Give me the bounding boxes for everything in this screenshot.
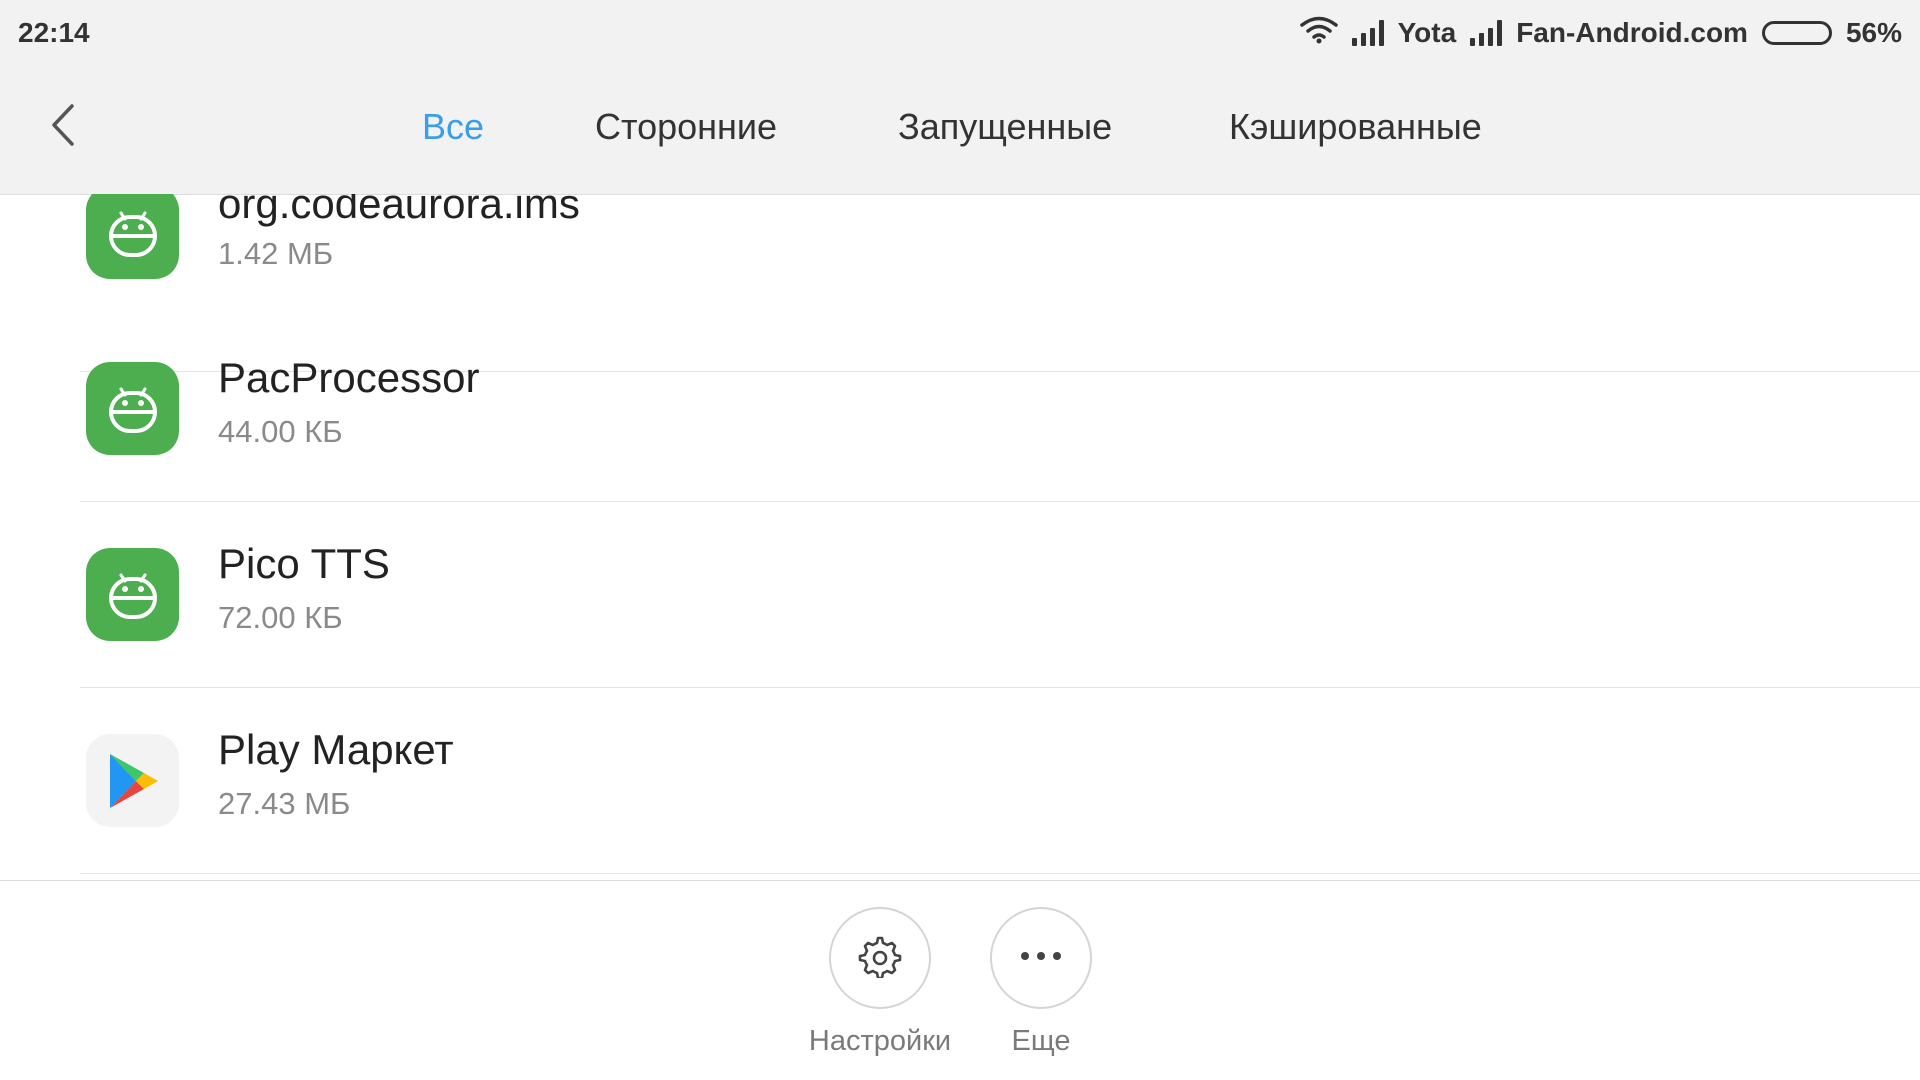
app-size: 72.00 КБ (218, 600, 343, 635)
app-size: 27.43 МБ (218, 786, 351, 821)
app-name: PacProcessor (218, 354, 480, 401)
list-item[interactable]: Play Маркет 27.43 МБ (80, 688, 1920, 874)
status-time: 22:14 (18, 17, 90, 48)
settings-button[interactable]: Настройки (805, 907, 955, 1058)
more-button[interactable]: Еще (966, 907, 1116, 1058)
wifi-icon (1299, 16, 1338, 51)
play-store-icon (86, 734, 179, 827)
settings-label: Настройки (808, 1025, 952, 1057)
bottom-action-bar: Настройки Еще (0, 880, 1920, 1080)
android-icon (86, 194, 179, 279)
signal-icon (1351, 20, 1384, 46)
list-item[interactable]: PacProcessor 44.00 КБ (80, 316, 1920, 502)
settings-button-circle (829, 907, 931, 1009)
android-icon (86, 362, 179, 455)
tab-bar: Все Сторонние Запущенные Кэшированные (0, 66, 1920, 194)
tab-running[interactable]: Запущенные (898, 106, 1112, 148)
app-name: Pico TTS (218, 540, 390, 587)
app-size: 1.42 МБ (218, 236, 334, 271)
header: 22:14 Yota Fan-Android.com 56% Все Сторо… (0, 0, 1920, 195)
carrier-name-2: Fan-Android.com (1516, 17, 1748, 48)
more-icon (1019, 949, 1063, 967)
signal-icon (1470, 20, 1503, 46)
app-list: org.codeaurora.ims 1.42 МБ PacProcessor … (0, 194, 1920, 880)
tabs: Все Сторонние Запущенные Кэшированные (0, 66, 1920, 194)
app-name: org.codeaurora.ims (218, 194, 580, 227)
android-icon (86, 548, 179, 641)
status-indicators: Yota Fan-Android.com 56% (1299, 16, 1902, 51)
battery-icon (1761, 21, 1832, 45)
gear-icon (858, 934, 902, 983)
app-size: 44.00 КБ (218, 414, 343, 449)
list-item[interactable]: Pico TTS 72.00 КБ (80, 502, 1920, 688)
app-manager-screen: 22:14 Yota Fan-Android.com 56% Все Сторо… (0, 0, 1920, 1080)
carrier-name-1: Yota (1397, 17, 1457, 48)
tab-cached[interactable]: Кэшированные (1229, 106, 1482, 148)
battery-percent: 56% (1845, 17, 1902, 48)
more-label: Еще (1011, 1025, 1071, 1057)
app-name: Play Маркет (218, 726, 454, 773)
more-button-circle (990, 907, 1092, 1009)
tab-third-party[interactable]: Сторонние (595, 106, 777, 148)
tab-all[interactable]: Все (422, 106, 484, 148)
status-bar: 22:14 Yota Fan-Android.com 56% (0, 0, 1920, 66)
